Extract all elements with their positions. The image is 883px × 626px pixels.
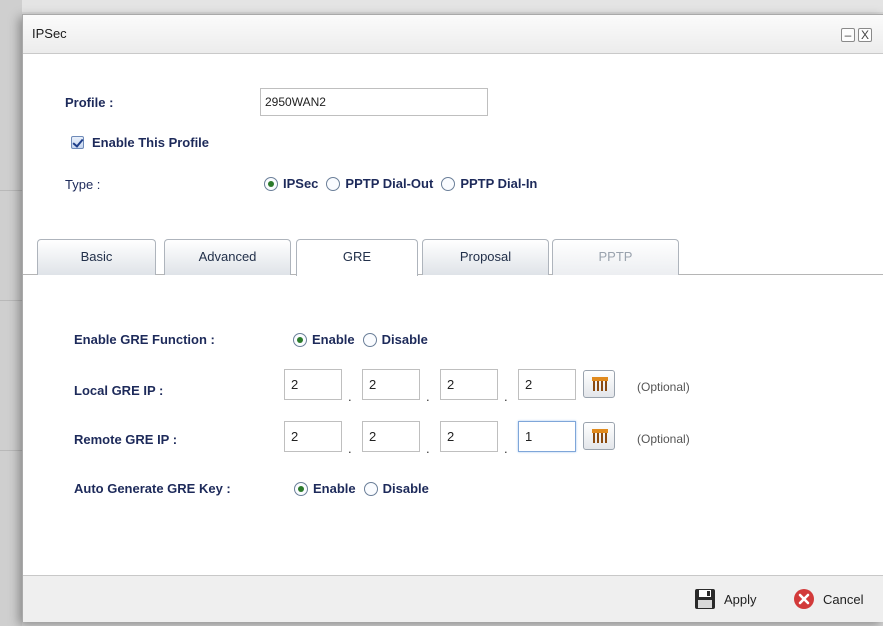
profile-label: Profile : [65, 95, 114, 110]
local-gre-ip-octet-2[interactable] [362, 369, 420, 400]
close-icon[interactable]: X [858, 28, 872, 42]
background-app-strip [0, 0, 22, 626]
gre-enable-label: Enable [312, 332, 355, 347]
type-ipsec-label: IPSec [283, 176, 319, 191]
dialog-titlebar[interactable]: IPSec – X [23, 15, 883, 54]
dialog-footer: Apply Cancel [23, 575, 883, 622]
local-gre-ip-octet-4[interactable] [518, 369, 576, 400]
local-gre-ip-optional-note: (Optional) [637, 380, 690, 394]
ip-separator: . [426, 389, 430, 404]
type-label: Type : [65, 177, 101, 192]
ip-separator: . [504, 389, 508, 404]
local-gre-ip-octet-1[interactable] [284, 369, 342, 400]
minimize-icon[interactable]: – [841, 28, 855, 42]
broom-icon [592, 429, 608, 443]
cancel-icon [794, 589, 814, 609]
background-app-top [0, 0, 883, 12]
background-divider [0, 190, 22, 191]
auto-generate-gre-key-label: Auto Generate GRE Key : [74, 481, 231, 496]
profile-name-input[interactable] [260, 88, 488, 116]
cancel-label: Cancel [823, 591, 864, 607]
ipsec-dialog: IPSec – X Profile : Enable This Profile … [22, 14, 883, 622]
tab-pptp[interactable]: PPTP [552, 239, 679, 275]
type-pptp-dialout-label: PPTP Dial-Out [345, 176, 434, 191]
type-radio-group: IPSec PPTP Dial-Out PPTP Dial-In [264, 176, 545, 191]
gre-disable-label: Disable [381, 332, 428, 347]
ip-separator: . [504, 441, 508, 456]
enable-gre-radio-group: Enable Disable [293, 332, 436, 347]
broom-icon [592, 377, 608, 391]
ip-separator: . [426, 441, 430, 456]
save-icon [695, 589, 715, 609]
remote-gre-ip-octet-3[interactable] [440, 421, 498, 452]
type-pptp-dialout-radio[interactable] [326, 176, 341, 191]
auto-key-disable-radio[interactable] [363, 481, 378, 496]
type-pptp-dialin-radio[interactable] [441, 176, 456, 191]
ip-separator: . [348, 441, 352, 456]
tab-gre[interactable]: GRE [296, 239, 418, 276]
tab-basic[interactable]: Basic [37, 239, 156, 275]
tab-advanced[interactable]: Advanced [164, 239, 291, 275]
local-gre-ip-label: Local GRE IP : [74, 383, 164, 398]
type-pptp-dialin-label: PPTP Dial-In [460, 176, 538, 191]
auto-key-enable-label: Enable [313, 481, 356, 496]
auto-key-enable-radio[interactable] [294, 481, 308, 496]
local-gre-ip-octet-3[interactable] [440, 369, 498, 400]
gre-disable-radio[interactable] [362, 332, 377, 347]
apply-button[interactable]: Apply [694, 588, 757, 610]
gre-enable-radio[interactable] [293, 332, 307, 347]
auto-key-radio-group: Enable Disable [294, 481, 437, 496]
enable-profile-label: Enable This Profile [92, 135, 210, 150]
remote-gre-ip-octet-4[interactable] [518, 421, 576, 452]
auto-key-disable-label: Disable [382, 481, 429, 496]
background-divider [0, 300, 22, 301]
remote-gre-ip-label: Remote GRE IP : [74, 432, 178, 447]
tab-proposal[interactable]: Proposal [422, 239, 549, 275]
cancel-button[interactable]: Cancel [793, 588, 863, 610]
remote-gre-ip-octet-1[interactable] [284, 421, 342, 452]
apply-label: Apply [724, 591, 757, 607]
type-ipsec-radio[interactable] [264, 176, 278, 191]
remote-gre-ip-octet-2[interactable] [362, 421, 420, 452]
remote-gre-ip-optional-note: (Optional) [637, 432, 690, 446]
local-gre-ip-picker-button[interactable] [583, 370, 615, 398]
enable-gre-function-label: Enable GRE Function : [74, 332, 215, 347]
remote-gre-ip-picker-button[interactable] [583, 422, 615, 450]
enable-profile-checkbox[interactable] [71, 136, 84, 149]
background-divider [0, 450, 22, 451]
dialog-title: IPSec [32, 26, 67, 41]
ip-separator: . [348, 389, 352, 404]
